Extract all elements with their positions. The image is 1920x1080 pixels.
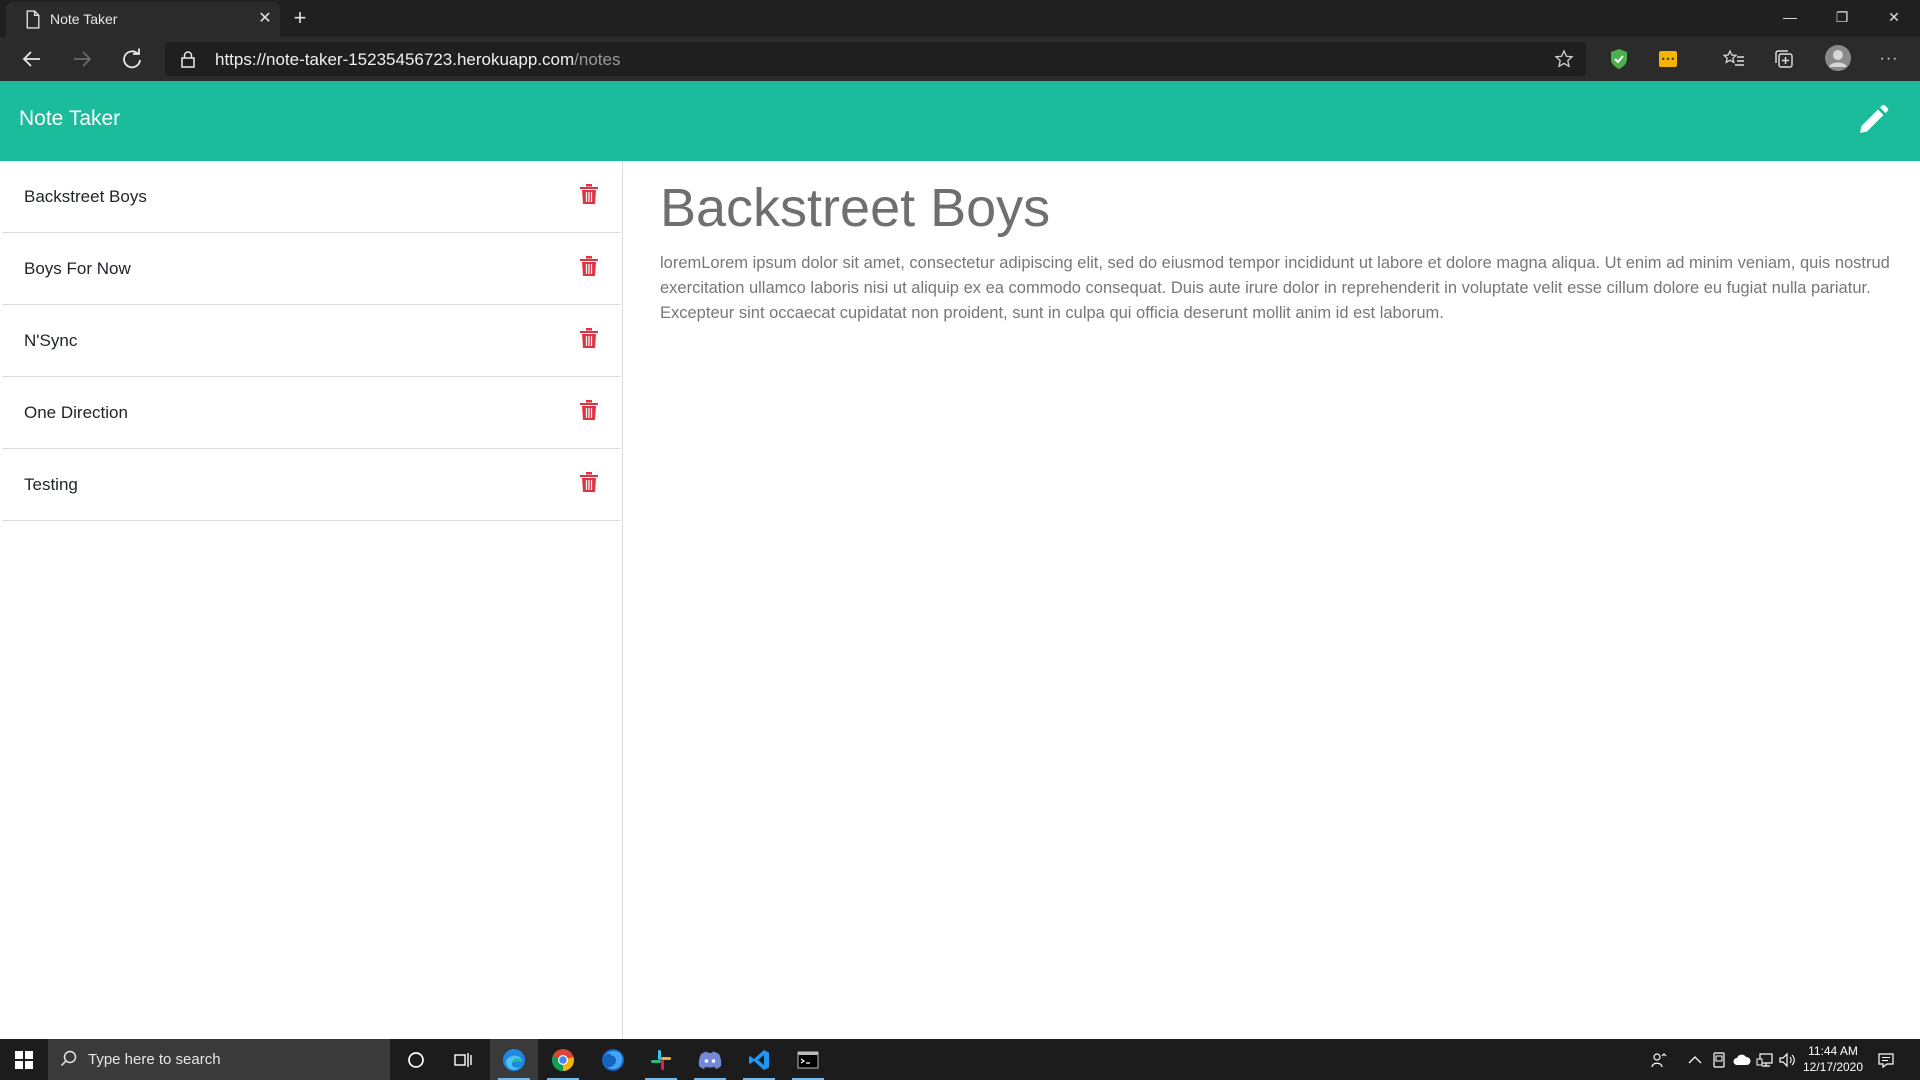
window-close-icon[interactable]: ✕ xyxy=(1868,0,1920,34)
svg-text:•••: ••• xyxy=(1661,55,1675,64)
onedrive-cloud-icon[interactable] xyxy=(1733,1051,1751,1069)
firefox-app-icon[interactable] xyxy=(589,1039,637,1080)
note-title[interactable]: N'Sync xyxy=(24,331,77,351)
refresh-icon[interactable] xyxy=(116,43,148,75)
url-path: /notes xyxy=(574,50,621,69)
network-icon[interactable] xyxy=(1756,1051,1774,1069)
new-note-pencil-icon[interactable] xyxy=(1856,103,1890,137)
note-title[interactable]: Backstreet Boys xyxy=(24,187,147,207)
back-icon[interactable] xyxy=(16,43,48,75)
notifications-icon[interactable] xyxy=(1877,1051,1895,1069)
list-item[interactable]: One Direction xyxy=(2,377,621,449)
shield-extension-icon[interactable] xyxy=(1606,46,1632,72)
terminal-app-icon[interactable] xyxy=(784,1039,832,1080)
tab-title: Note Taker xyxy=(50,11,118,27)
forward-icon[interactable] xyxy=(66,43,98,75)
cortana-icon[interactable] xyxy=(392,1039,440,1080)
delete-trash-icon[interactable] xyxy=(579,471,599,493)
delete-trash-icon[interactable] xyxy=(579,327,599,349)
list-item[interactable]: Boys For Now xyxy=(2,233,621,305)
clock-time: 11:44 AM xyxy=(1808,1044,1858,1058)
search-placeholder: Type here to search xyxy=(88,1051,221,1068)
lock-icon xyxy=(181,51,195,68)
note-title[interactable]: Boys For Now xyxy=(24,259,131,279)
browser-toolbar: https://note-taker-15235456723.herokuapp… xyxy=(0,37,1920,81)
device-icon[interactable] xyxy=(1710,1051,1728,1069)
list-item[interactable]: N'Sync xyxy=(2,305,621,377)
minimize-icon[interactable]: — xyxy=(1764,0,1816,34)
taskbar-clock[interactable]: 11:44 AM 12/17/2020 xyxy=(1798,1043,1868,1075)
url-host: https://note-taker-15235456723.herokuapp… xyxy=(215,50,575,69)
url-text: https://note-taker-15235456723.herokuapp… xyxy=(215,50,620,70)
delete-trash-icon[interactable] xyxy=(579,255,599,277)
address-bar[interactable]: https://note-taker-15235456723.herokuapp… xyxy=(165,42,1586,76)
taskbar-search-input[interactable]: Type here to search xyxy=(48,1039,390,1080)
profile-avatar-icon[interactable] xyxy=(1823,43,1853,73)
list-item[interactable]: Testing xyxy=(2,449,621,521)
note-view: Backstreet Boys loremLorem ipsum dolor s… xyxy=(624,161,1920,1039)
more-menu-icon[interactable]: ··· xyxy=(1876,46,1902,72)
vscode-app-icon[interactable] xyxy=(735,1039,783,1080)
collections-icon[interactable] xyxy=(1771,46,1797,72)
new-tab-icon[interactable]: + xyxy=(288,5,312,31)
clock-date: 12/17/2020 xyxy=(1802,1060,1864,1074)
list-item[interactable]: Backstreet Boys xyxy=(2,161,621,233)
tab-close-icon[interactable]: ✕ xyxy=(254,8,276,30)
chevron-up-icon[interactable] xyxy=(1686,1051,1704,1069)
edge-app-icon[interactable] xyxy=(490,1039,538,1080)
delete-trash-icon[interactable] xyxy=(579,399,599,421)
page-icon xyxy=(26,10,40,29)
discord-app-icon[interactable] xyxy=(686,1039,734,1080)
slack-app-icon[interactable] xyxy=(637,1039,685,1080)
note-title[interactable]: One Direction xyxy=(24,403,128,423)
browser-titlebar: Note Taker ✕ + — ❐ ✕ xyxy=(0,0,1920,37)
favorites-icon[interactable] xyxy=(1721,46,1747,72)
browser-tab[interactable]: Note Taker ✕ xyxy=(6,2,280,37)
note-text-display[interactable]: loremLorem ipsum dolor sit amet, consect… xyxy=(660,251,1910,326)
volume-icon[interactable] xyxy=(1778,1051,1796,1069)
app-navbar: Note Taker xyxy=(0,81,1920,161)
delete-trash-icon[interactable] xyxy=(579,183,599,205)
notes-list: Backstreet Boys Boys For Now N'Sync One … xyxy=(0,161,623,1039)
windows-start-icon[interactable] xyxy=(0,1039,48,1080)
app-title[interactable]: Note Taker xyxy=(19,107,120,131)
chrome-app-icon[interactable] xyxy=(539,1039,587,1080)
note-title[interactable]: Testing xyxy=(24,475,78,495)
people-icon[interactable] xyxy=(1650,1051,1668,1069)
task-view-icon[interactable] xyxy=(440,1039,488,1080)
favorite-star-icon[interactable] xyxy=(1554,49,1574,69)
password-extension-icon[interactable]: ••• xyxy=(1655,46,1681,72)
search-icon xyxy=(60,1050,77,1067)
note-title-display[interactable]: Backstreet Boys xyxy=(660,177,1050,239)
windows-taskbar: Type here to search 11:44 AM 12/17/2020 xyxy=(0,1039,1920,1080)
restore-icon[interactable]: ❐ xyxy=(1816,0,1868,34)
